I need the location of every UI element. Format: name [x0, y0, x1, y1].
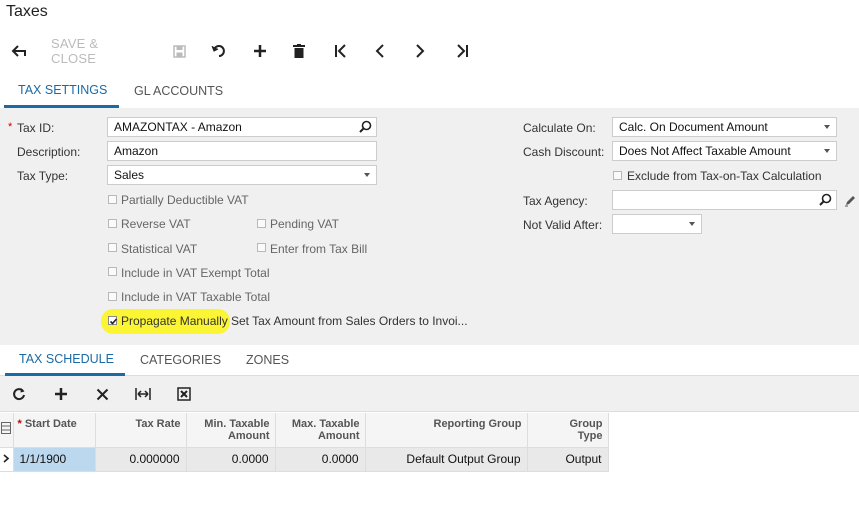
column-header-min-taxable[interactable]: Min. Taxable Amount	[186, 413, 276, 448]
description-label: Description:	[17, 145, 81, 159]
include-exempt-checkbox[interactable]	[108, 267, 117, 276]
tab-tax-settings[interactable]: TAX SETTINGS	[18, 83, 107, 97]
cell-max-taxable[interactable]: 0.0000	[275, 447, 366, 472]
calculate-on-value: Calc. On Document Amount	[619, 120, 768, 134]
propagate-manually-label: Propagate Manually	[121, 314, 228, 328]
description-value: Amazon	[114, 144, 159, 158]
delete-row-icon[interactable]	[93, 385, 111, 403]
tab-bar	[0, 71, 859, 109]
row-indicator-icon	[0, 447, 14, 472]
column-header-tax-rate[interactable]: Tax Rate	[95, 413, 187, 448]
export-excel-icon[interactable]	[175, 385, 193, 403]
save-close-button[interactable]: SAVE & CLOSE	[51, 36, 147, 66]
grid-toolbar	[0, 376, 859, 412]
search-icon[interactable]	[819, 193, 832, 209]
pending-vat-label: Pending VAT	[270, 217, 339, 231]
tax-id-label: Tax ID:	[17, 121, 55, 135]
description-field[interactable]: Amazon	[107, 141, 377, 161]
edit-pencil-icon[interactable]	[844, 194, 857, 210]
grid-tab-bar	[0, 345, 859, 376]
tab-categories[interactable]: CATEGORIES	[140, 353, 221, 367]
grid-header-row: * Start Date Tax Rate Min. Taxable Amount…	[0, 413, 609, 448]
tax-id-value: AMAZONTAX - Amazon	[114, 120, 242, 134]
set-tax-amount-label: Set Tax Amount from Sales Orders to Invo…	[231, 314, 468, 328]
next-record-icon[interactable]	[413, 40, 427, 62]
reverse-vat-checkbox[interactable]	[108, 219, 117, 228]
enter-from-tax-bill-label: Enter from Tax Bill	[270, 242, 368, 256]
cell-tax-rate[interactable]: 0.000000	[95, 447, 187, 472]
statistical-vat-checkbox[interactable]	[108, 243, 117, 252]
statistical-vat-label: Statistical VAT	[121, 242, 198, 256]
cash-discount-label: Cash Discount:	[523, 145, 605, 159]
exclude-tax-on-tax-label: Exclude from Tax-on-Tax Calculation	[627, 169, 822, 183]
add-icon[interactable]	[251, 40, 269, 62]
not-valid-after-select[interactable]	[612, 214, 702, 234]
save-icon[interactable]	[171, 40, 187, 62]
chevron-down-icon	[824, 125, 830, 129]
calculate-on-select[interactable]: Calc. On Document Amount	[612, 117, 837, 137]
table-row[interactable]: 1/1/1900 0.000000 0.0000 0.0000 Default …	[0, 447, 609, 472]
page-title: Taxes	[6, 3, 48, 20]
fit-columns-icon[interactable]	[134, 385, 152, 403]
first-record-icon[interactable]	[333, 40, 349, 62]
chevron-down-icon	[689, 222, 695, 226]
checkmark-icon	[109, 318, 118, 325]
cash-discount-value: Does Not Affect Taxable Amount	[619, 144, 791, 158]
last-record-icon[interactable]	[454, 40, 470, 62]
propagate-manually-checkbox[interactable]	[108, 316, 118, 325]
columns-icon	[1, 422, 12, 435]
row-selector-header[interactable]	[0, 413, 14, 448]
required-marker: *	[8, 121, 13, 133]
tab-tax-schedule[interactable]: TAX SCHEDULE	[19, 352, 114, 366]
previous-record-icon[interactable]	[373, 40, 387, 62]
column-header-max-taxable[interactable]: Max. Taxable Amount	[275, 413, 366, 448]
include-taxable-checkbox[interactable]	[108, 292, 117, 301]
chevron-down-icon	[824, 149, 830, 153]
search-icon[interactable]	[359, 120, 372, 136]
reverse-vat-label: Reverse VAT	[121, 217, 191, 231]
cell-reporting-group[interactable]: Default Output Group	[365, 447, 528, 472]
back-icon[interactable]	[10, 40, 28, 62]
tax-agency-field[interactable]	[612, 190, 837, 210]
tax-type-value: Sales	[114, 168, 145, 182]
refresh-icon[interactable]	[10, 385, 28, 403]
tab-zones[interactable]: ZONES	[246, 353, 289, 367]
column-header-start-date[interactable]: * Start Date	[13, 413, 96, 448]
enter-from-tax-bill-checkbox[interactable]	[257, 243, 266, 252]
not-valid-after-label: Not Valid After:	[523, 218, 603, 232]
cash-discount-select[interactable]: Does Not Affect Taxable Amount	[612, 141, 837, 161]
delete-icon[interactable]	[291, 40, 307, 62]
column-header-group-type[interactable]: Group Type	[527, 413, 609, 448]
partially-deductible-checkbox[interactable]	[108, 195, 117, 204]
cell-start-date[interactable]: 1/1/1900	[13, 447, 96, 472]
partially-deductible-label: Partially Deductible VAT	[121, 193, 249, 207]
undo-icon[interactable]	[210, 40, 228, 62]
pending-vat-checkbox[interactable]	[257, 219, 266, 228]
include-exempt-label: Include in VAT Exempt Total	[121, 266, 270, 280]
include-taxable-label: Include in VAT Taxable Total	[121, 290, 270, 304]
tab-gl-accounts[interactable]: GL ACCOUNTS	[134, 84, 223, 98]
add-row-icon[interactable]	[52, 385, 70, 403]
cell-min-taxable[interactable]: 0.0000	[186, 447, 276, 472]
calculate-on-label: Calculate On:	[523, 121, 596, 135]
tax-schedule-grid: * Start Date Tax Rate Min. Taxable Amount…	[0, 413, 609, 472]
column-header-reporting-group[interactable]: Reporting Group	[365, 413, 528, 448]
chevron-down-icon	[364, 173, 370, 177]
tax-type-label: Tax Type:	[17, 169, 69, 183]
cell-group-type[interactable]: Output	[527, 447, 609, 472]
tax-id-field[interactable]: AMAZONTAX - Amazon	[107, 117, 377, 137]
tax-agency-label: Tax Agency:	[523, 194, 588, 208]
exclude-tax-on-tax-checkbox[interactable]	[613, 171, 622, 180]
tax-type-select[interactable]: Sales	[107, 165, 377, 185]
